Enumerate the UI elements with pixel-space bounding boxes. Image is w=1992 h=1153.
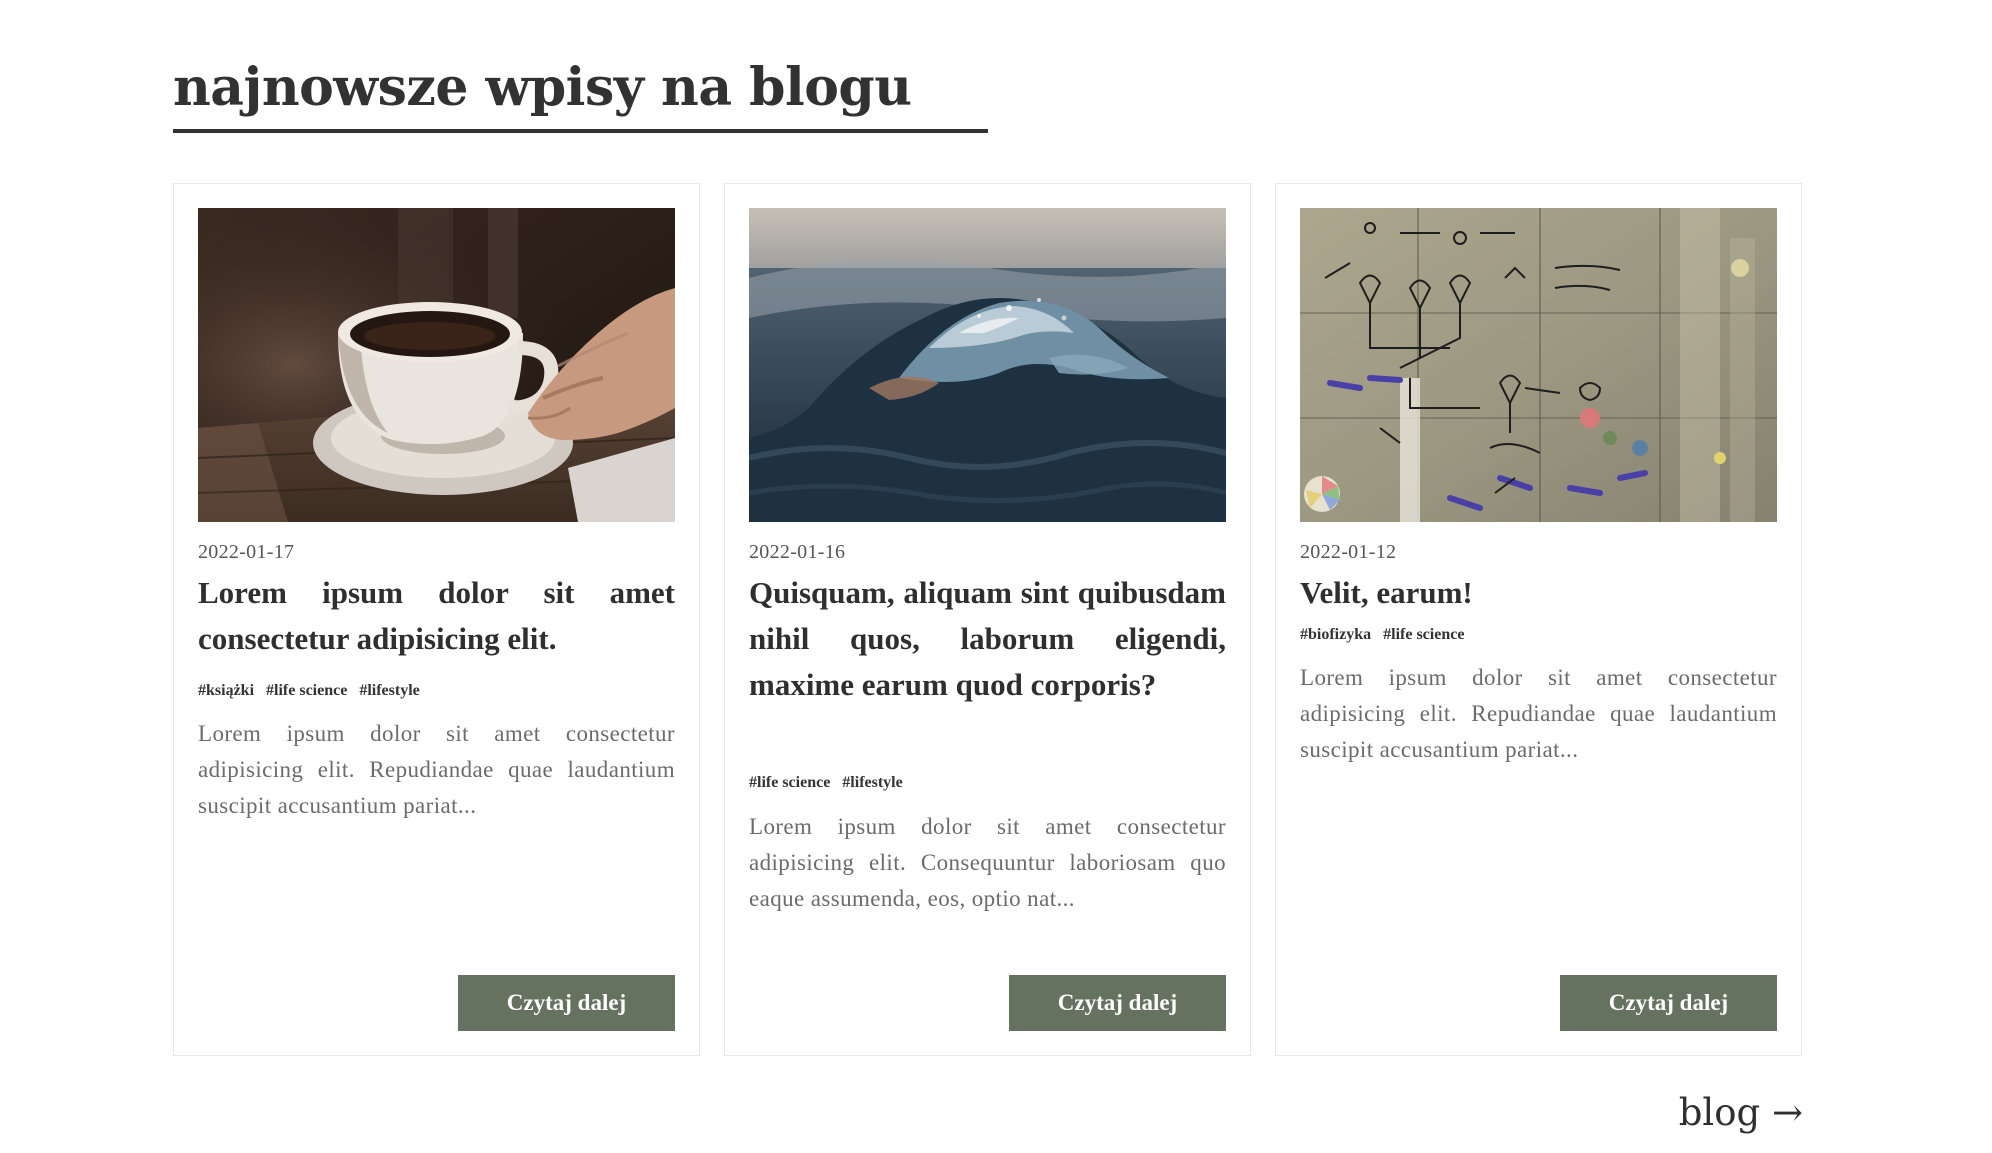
- post-title[interactable]: Quisquam, aliquam sint quibusdam nihil q…: [749, 570, 1226, 708]
- post-image-coffee[interactable]: [198, 208, 675, 522]
- ocean-wave-image: [749, 208, 1226, 522]
- arrow-right-icon: →: [1771, 1091, 1803, 1134]
- read-more-button[interactable]: Czytaj dalej: [1009, 975, 1226, 1031]
- tag-link[interactable]: #książki: [198, 682, 254, 699]
- tag-link[interactable]: #life science: [266, 682, 347, 699]
- tag-link[interactable]: #life science: [1383, 626, 1464, 643]
- read-more-button[interactable]: Czytaj dalej: [1560, 975, 1777, 1031]
- post-date: 2022-01-17: [198, 541, 295, 563]
- post-image-lab[interactable]: [1300, 208, 1777, 522]
- tag-link[interactable]: #life science: [749, 774, 830, 791]
- post-cards: 2022-01-17 Lorem ipsum dolor sit amet co…: [173, 183, 1803, 1056]
- post-card: 2022-01-17 Lorem ipsum dolor sit amet co…: [173, 183, 700, 1056]
- tag-link[interactable]: #biofizyka: [1300, 626, 1371, 643]
- blog-link[interactable]: blog →: [1679, 1088, 1803, 1138]
- title-underline: [173, 129, 988, 133]
- post-tags: #biofizyka #life science: [1300, 626, 1472, 644]
- post-excerpt: Lorem ipsum dolor sit amet consectetur a…: [198, 721, 675, 818]
- post-title[interactable]: Lorem ipsum dolor sit amet consectetur a…: [198, 570, 675, 662]
- post-date: 2022-01-16: [749, 541, 846, 563]
- post-title[interactable]: Velit, earum!: [1300, 570, 1777, 616]
- read-more-button[interactable]: Czytaj dalej: [458, 975, 675, 1031]
- blog-link-label: blog: [1678, 1091, 1761, 1134]
- post-date: 2022-01-12: [1300, 541, 1397, 563]
- post-tags: #life science #lifestyle: [749, 774, 911, 792]
- post-tags: #książki #life science #lifestyle: [198, 682, 428, 700]
- post-image-wave[interactable]: [749, 208, 1226, 522]
- tag-link[interactable]: #lifestyle: [359, 682, 419, 699]
- tag-link[interactable]: #lifestyle: [842, 774, 902, 791]
- post-card: 2022-01-16 Quisquam, aliquam sint quibus…: [724, 183, 1251, 1056]
- latest-posts-section: najnowsze wpisy na blogu 2022-01-17 Lore…: [173, 0, 1803, 1153]
- coffee-cup-image: [198, 208, 675, 522]
- lab-glass-board-image: [1300, 208, 1777, 522]
- post-card: 2022-01-12 Velit, earum! #biofizyka #lif…: [1275, 183, 1802, 1056]
- post-excerpt: Lorem ipsum dolor sit amet consectetur a…: [749, 814, 1226, 911]
- section-title: najnowsze wpisy na blogu: [173, 57, 912, 118]
- post-excerpt: Lorem ipsum dolor sit amet consectetur a…: [1300, 665, 1777, 762]
